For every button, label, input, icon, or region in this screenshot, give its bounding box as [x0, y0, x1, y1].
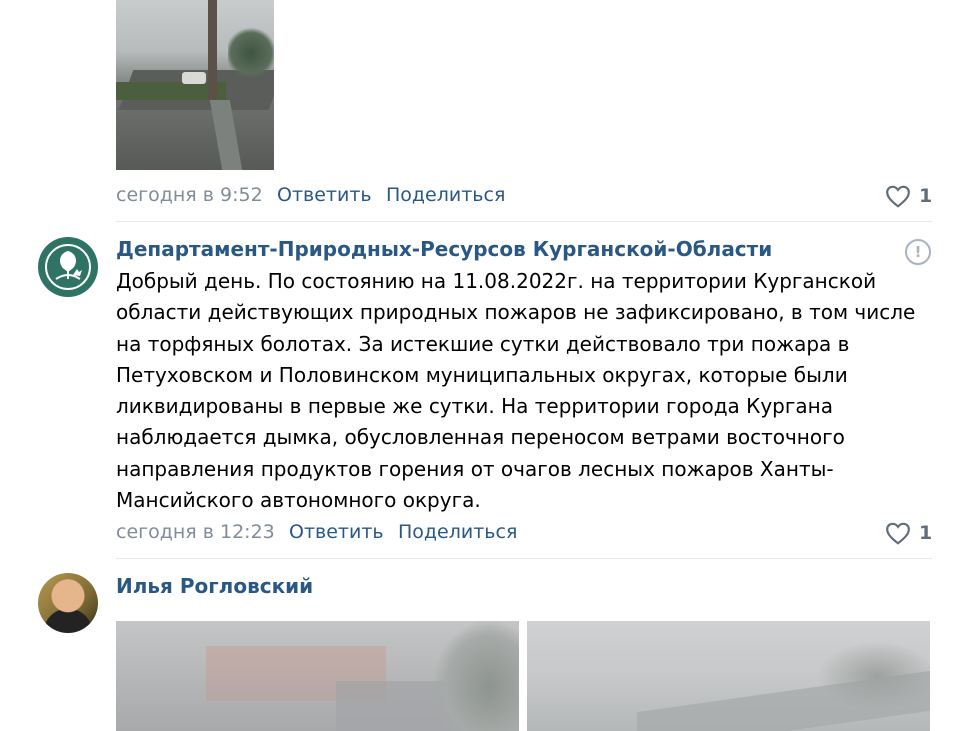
share-button[interactable]: Поделиться	[398, 521, 517, 543]
divider	[116, 558, 932, 559]
heart-icon	[886, 522, 910, 545]
post-photo[interactable]	[116, 0, 274, 170]
comment-author[interactable]: Илья Рогловский	[116, 574, 313, 598]
report-icon[interactable]: !	[905, 239, 931, 265]
divider	[116, 221, 932, 222]
comment-author[interactable]: Департамент-Природных-Ресурсов Курганско…	[116, 237, 772, 261]
reply-button[interactable]: Ответить	[277, 184, 372, 206]
department-logo-icon	[45, 244, 91, 290]
department-avatar[interactable]	[38, 237, 98, 297]
comment-text: Добрый день. По состоянию на 11.08.2022г…	[116, 269, 916, 513]
fog-photo-1[interactable]	[116, 621, 519, 731]
fog-photo-2[interactable]	[527, 621, 930, 731]
like-button[interactable]: 1	[885, 521, 932, 545]
reply-button[interactable]: Ответить	[289, 521, 384, 543]
share-button[interactable]: Поделиться	[386, 184, 505, 206]
like-count: 1	[919, 522, 933, 544]
post-timestamp[interactable]: сегодня в 9:52	[116, 184, 263, 206]
comment-timestamp[interactable]: сегодня в 12:23	[116, 521, 275, 543]
user-avatar[interactable]	[38, 573, 98, 633]
like-count: 1	[919, 185, 933, 207]
like-button[interactable]: 1	[885, 184, 932, 208]
heart-icon	[886, 185, 910, 208]
